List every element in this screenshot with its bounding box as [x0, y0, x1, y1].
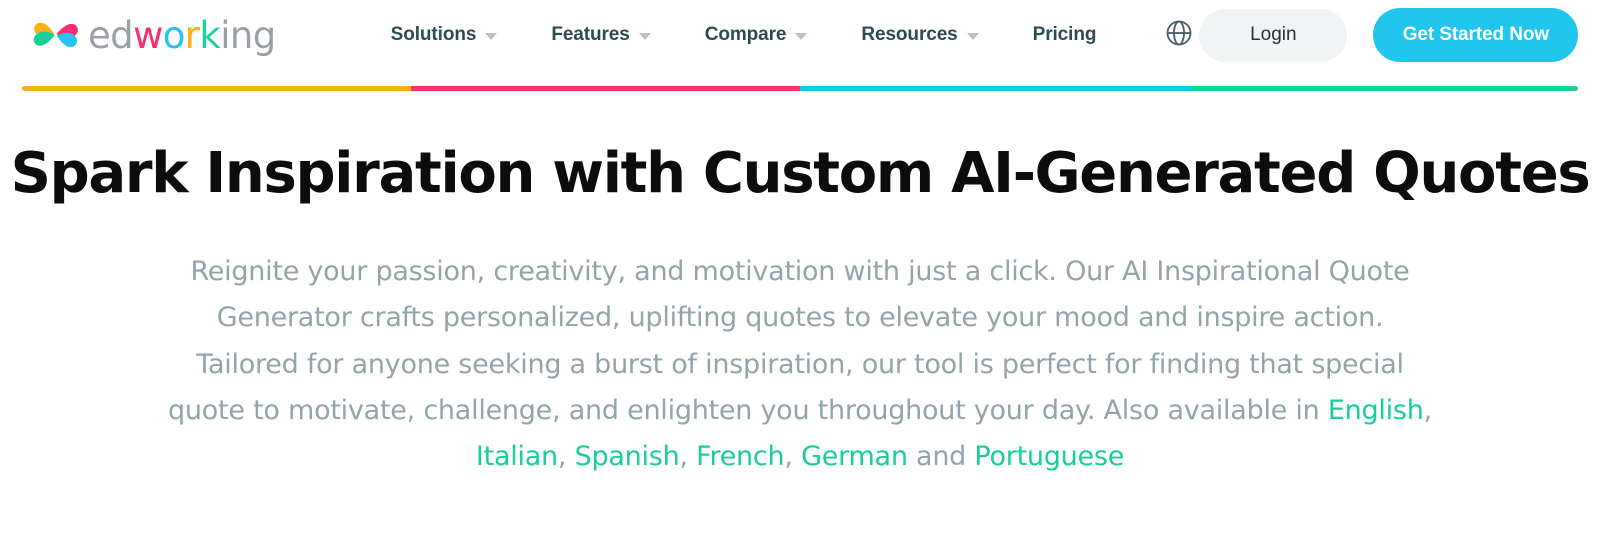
- nav-item-label: Features: [551, 24, 630, 45]
- globe-icon: [1164, 18, 1194, 53]
- language-selector-button[interactable]: [1159, 15, 1199, 55]
- nav-item-resources[interactable]: Resources: [834, 16, 1005, 54]
- chevron-down-icon: [638, 33, 651, 40]
- colorbar-segment-amber: [22, 86, 411, 91]
- language-link-german[interactable]: German: [801, 441, 908, 472]
- nav-item-compare[interactable]: Compare: [678, 16, 835, 54]
- language-separator: ,: [784, 441, 802, 473]
- nav-item-pricing[interactable]: Pricing: [1006, 16, 1124, 54]
- logo-word-part-k: k: [199, 13, 221, 57]
- language-separator: ,: [1423, 395, 1433, 427]
- login-button[interactable]: Login: [1199, 8, 1348, 62]
- logo-word-part-o: o: [162, 13, 186, 57]
- language-link-spanish[interactable]: Spanish: [575, 441, 680, 472]
- site-header: edworking Solutions Features Compare Res…: [0, 0, 1600, 70]
- header-actions: Login Get Started Now: [1199, 8, 1579, 62]
- get-started-button[interactable]: Get Started Now: [1373, 8, 1579, 62]
- language-separator: ,: [679, 441, 697, 473]
- hero-description-text: Reignite your passion, creativity, and m…: [168, 255, 1410, 427]
- hero-section: Spark Inspiration with Custom AI-Generat…: [0, 91, 1600, 481]
- main-navigation: Solutions Features Compare Resources Pri…: [364, 15, 1200, 55]
- edworking-logo-icon: [30, 14, 82, 56]
- color-accent-bar: [22, 86, 1578, 91]
- logo-word-part-w: w: [133, 13, 163, 57]
- language-link-portuguese[interactable]: Portuguese: [974, 441, 1124, 472]
- nav-item-label: Resources: [861, 24, 958, 45]
- colorbar-segment-cyan: [800, 86, 1193, 91]
- language-link-french[interactable]: French: [696, 441, 785, 472]
- nav-item-solutions[interactable]: Solutions: [364, 16, 525, 54]
- logo-word-part-ing: ing: [220, 13, 276, 57]
- nav-item-label: Compare: [704, 24, 787, 45]
- nav-item-label: Solutions: [390, 24, 477, 45]
- nav-item-label: Pricing: [1032, 24, 1097, 45]
- hero-description: Reignite your passion, creativity, and m…: [165, 249, 1435, 481]
- colorbar-segment-pink: [411, 86, 800, 91]
- language-link-italian[interactable]: Italian: [476, 441, 558, 472]
- chevron-down-icon: [966, 33, 979, 40]
- language-separator: ,: [557, 441, 575, 473]
- nav-item-features[interactable]: Features: [524, 16, 677, 54]
- logo-wordmark: edworking: [88, 17, 276, 54]
- logo-link[interactable]: edworking: [30, 14, 276, 56]
- page-title: Spark Inspiration with Custom AI-Generat…: [10, 141, 1591, 206]
- chevron-down-icon: [795, 33, 808, 40]
- language-link-english[interactable]: English: [1328, 395, 1424, 426]
- language-conjunction: and: [907, 441, 975, 473]
- chevron-down-icon: [485, 33, 498, 40]
- logo-word-part-ed: ed: [88, 13, 134, 57]
- logo-word-part-r: r: [184, 13, 200, 57]
- colorbar-segment-green: [1192, 86, 1578, 91]
